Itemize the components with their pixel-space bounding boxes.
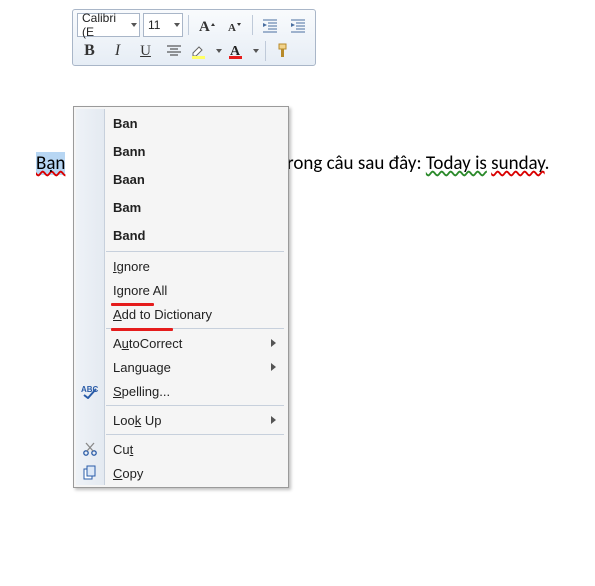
ignore-item[interactable]: Ignore xyxy=(76,254,286,278)
add-to-dictionary-label: Add to Dictionary xyxy=(104,307,286,322)
align-center-button[interactable] xyxy=(161,39,186,63)
svg-text:A: A xyxy=(228,22,236,33)
grow-font-button[interactable]: A xyxy=(194,13,219,37)
spellcheck-context-menu: Ban Bann Baan Bam Band Ignore Ignore All… xyxy=(73,106,289,488)
grammar-error-word: Today is xyxy=(426,152,487,175)
italic-button[interactable]: I xyxy=(105,39,130,63)
submenu-arrow-icon xyxy=(271,416,276,424)
font-color-icon: A xyxy=(227,42,251,60)
copy-label: Copy xyxy=(104,466,286,481)
cut-item[interactable]: Cut xyxy=(76,437,286,461)
separator xyxy=(252,15,253,35)
align-center-icon xyxy=(166,44,182,58)
cut-label: Cut xyxy=(104,442,286,457)
chevron-down-icon xyxy=(216,49,222,53)
annotation-underline xyxy=(111,303,154,306)
font-name-value: Calibri (E xyxy=(82,11,129,39)
separator xyxy=(188,15,189,35)
font-name-combo[interactable]: Calibri (E xyxy=(77,13,140,37)
autocorrect-label: AutoCorrect xyxy=(104,336,271,351)
menu-separator xyxy=(106,251,284,252)
separator xyxy=(265,41,266,61)
suggestion-item[interactable]: Band xyxy=(76,221,286,249)
annotation-underline xyxy=(111,328,173,331)
svg-text:A: A xyxy=(199,19,210,33)
copy-icon xyxy=(82,465,98,481)
ignore-all-item[interactable]: Ignore All xyxy=(76,278,286,302)
underline-button[interactable]: U xyxy=(133,39,158,63)
highlight-icon xyxy=(190,42,214,60)
submenu-arrow-icon xyxy=(271,339,276,347)
chevron-down-icon xyxy=(131,23,137,27)
spelling-icon: ABC xyxy=(81,383,99,399)
decrease-indent-icon xyxy=(262,18,279,33)
chevron-down-icon xyxy=(253,49,259,53)
mini-toolbar: Calibri (E 11 A A xyxy=(72,9,316,66)
doc-text-middle: rong câu sau đây: xyxy=(287,152,426,175)
bold-button[interactable]: B xyxy=(77,39,102,63)
underline-icon: U xyxy=(140,43,151,60)
menu-separator xyxy=(106,434,284,435)
highlight-button[interactable] xyxy=(189,39,223,63)
increase-indent-button[interactable] xyxy=(286,13,311,37)
lookup-item[interactable]: Look Up xyxy=(76,408,286,432)
suggestion-item[interactable]: Ban xyxy=(76,109,286,137)
selected-misspelled-word: Bạn xyxy=(36,152,65,175)
suggestion-item[interactable]: Bam xyxy=(76,193,286,221)
bold-icon: B xyxy=(84,42,95,60)
scissors-icon xyxy=(82,441,98,457)
suggestion-item[interactable]: Bann xyxy=(76,137,286,165)
shrink-font-button[interactable]: A xyxy=(222,13,247,37)
grow-font-icon: A xyxy=(198,18,216,33)
copy-item[interactable]: Copy xyxy=(76,461,286,485)
menu-separator xyxy=(106,405,284,406)
chevron-down-icon xyxy=(174,23,180,27)
spelling-label: Spelling... xyxy=(104,384,286,399)
format-painter-icon xyxy=(275,42,293,60)
language-label: Language xyxy=(104,360,271,375)
italic-icon: I xyxy=(115,42,120,60)
add-to-dictionary-item[interactable]: Add to Dictionary xyxy=(76,302,286,326)
ignore-label: Ignore xyxy=(104,259,286,274)
suggestion-item[interactable]: Baan xyxy=(76,165,286,193)
increase-indent-icon xyxy=(290,18,307,33)
font-size-value: 11 xyxy=(148,18,160,32)
spelling-item[interactable]: ABC Spelling... xyxy=(76,379,286,403)
language-item[interactable]: Language xyxy=(76,355,286,379)
font-size-combo[interactable]: 11 xyxy=(143,13,183,37)
autocorrect-item[interactable]: AutoCorrect xyxy=(76,331,286,355)
doc-text-period: . xyxy=(545,152,550,175)
format-painter-button[interactable] xyxy=(271,39,296,63)
font-color-button[interactable]: A xyxy=(226,39,260,63)
ignore-all-label: Ignore All xyxy=(104,283,286,298)
submenu-arrow-icon xyxy=(271,363,276,371)
decrease-indent-button[interactable] xyxy=(258,13,283,37)
misspelled-word: sunday xyxy=(491,152,544,175)
shrink-font-icon: A xyxy=(227,18,243,33)
lookup-label: Look Up xyxy=(104,413,271,428)
